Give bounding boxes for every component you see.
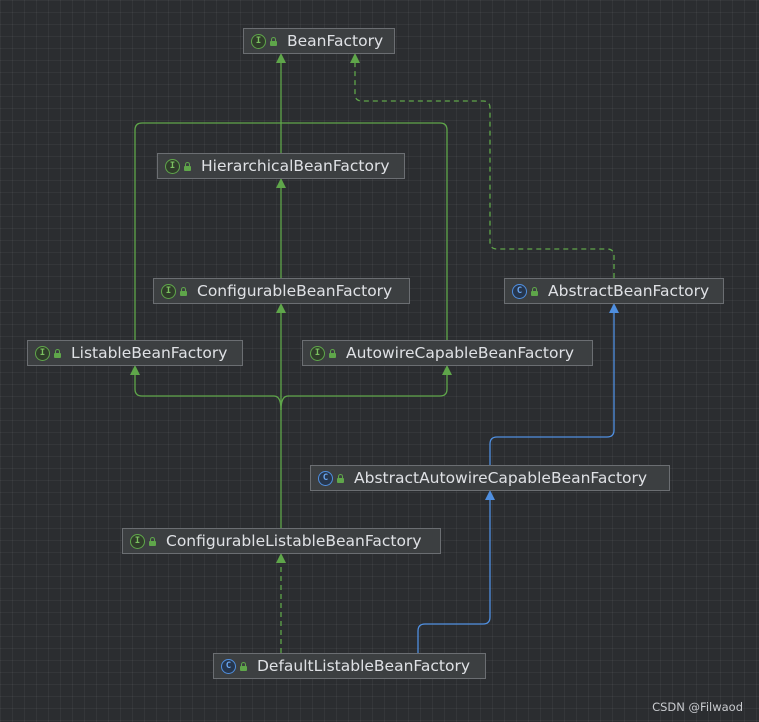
node-abstract-autowire-capable-bean-factory[interactable]: C AbstractAutowireCapableBeanFactory [310,465,670,491]
node-label: AutowireCapableBeanFactory [346,344,574,362]
node-label: BeanFactory [287,32,384,50]
class-icon: C [318,470,333,486]
node-listable-bean-factory[interactable]: I ListableBeanFactory [27,340,243,366]
node-label: AbstractBeanFactory [548,282,710,300]
lock-icon [240,661,247,671]
interface-icon: I [165,158,180,174]
node-label: HierarchicalBeanFactory [201,157,390,175]
lock-icon [531,286,538,296]
node-default-listable-bean-factory[interactable]: C DefaultListableBeanFactory [213,653,486,679]
interface-icon: I [130,533,145,549]
lock-icon [329,348,336,358]
node-configurable-listable-bean-factory[interactable]: I ConfigurableListableBeanFactory [122,528,441,554]
watermark: CSDN @Filwaod [652,700,743,714]
interface-icon: I [161,283,176,299]
lock-icon [149,536,156,546]
lock-icon [270,36,277,46]
node-bean-factory[interactable]: I BeanFactory [243,28,395,54]
node-label: DefaultListableBeanFactory [257,657,471,675]
edge-defaultlistable-to-abstractautowire [417,496,491,653]
node-abstract-bean-factory[interactable]: C AbstractBeanFactory [504,278,724,304]
node-label: ConfigurableBeanFactory [197,282,393,300]
node-label: ConfigurableListableBeanFactory [166,532,422,550]
node-configurable-bean-factory[interactable]: I ConfigurableBeanFactory [153,278,410,304]
lock-icon [180,286,187,296]
node-autowire-capable-bean-factory[interactable]: I AutowireCapableBeanFactory [302,340,593,366]
lock-icon [184,161,191,171]
edge-configurablelistable-to-autowirecapable [280,371,448,411]
node-hierarchical-bean-factory[interactable]: I HierarchicalBeanFactory [157,153,405,179]
lock-icon [337,473,344,483]
interface-icon: I [310,345,325,361]
class-icon: C [512,283,527,299]
class-icon: C [221,658,236,674]
edge-configurablelistable-to-listable [134,371,282,411]
node-label: AbstractAutowireCapableBeanFactory [354,469,648,487]
edge-abstractautowire-to-abstractbeanfactory [489,309,615,465]
interface-icon: I [251,33,266,49]
interface-icon: I [35,345,50,361]
lock-icon [54,348,61,358]
node-label: ListableBeanFactory [71,344,228,362]
